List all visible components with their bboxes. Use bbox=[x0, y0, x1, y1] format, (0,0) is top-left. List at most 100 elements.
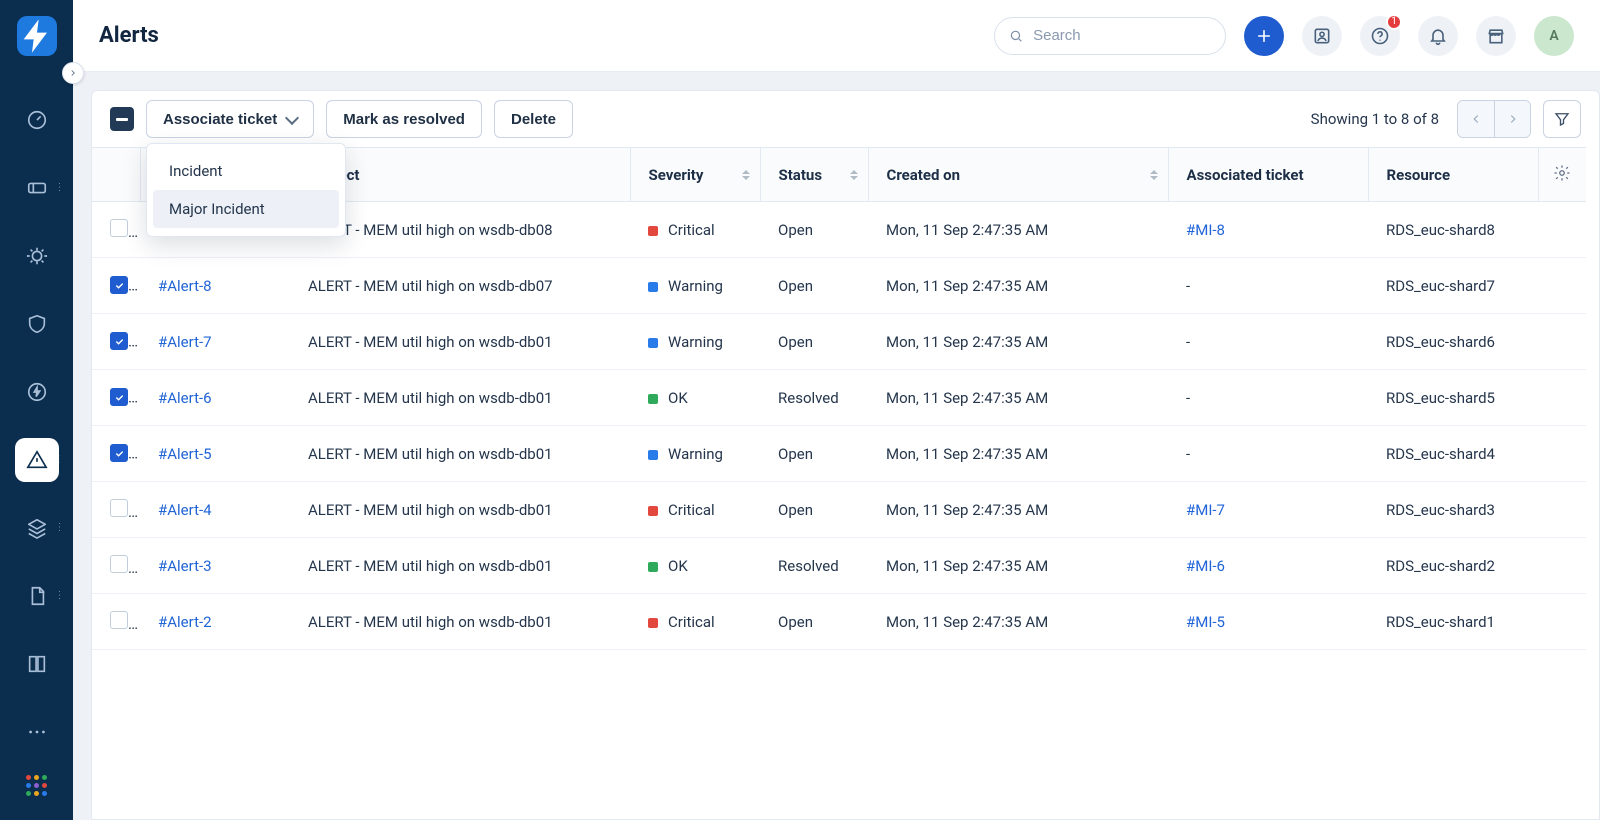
cell-severity: Warning bbox=[630, 426, 760, 482]
global-search[interactable] bbox=[994, 17, 1226, 55]
store-icon bbox=[1486, 26, 1506, 46]
mark-resolved-button[interactable]: Mark as resolved bbox=[326, 100, 482, 138]
alert-id-link[interactable]: #Alert-8 bbox=[158, 277, 212, 295]
alert-id-link[interactable]: #Alert-5 bbox=[158, 445, 212, 463]
cell-status: Open bbox=[760, 258, 868, 314]
gear-icon bbox=[1553, 164, 1571, 182]
associate-option[interactable]: Incident bbox=[153, 152, 339, 190]
search-icon bbox=[1009, 28, 1023, 44]
book-icon bbox=[26, 653, 48, 675]
assoc-ticket-link[interactable]: #MI-5 bbox=[1186, 613, 1225, 631]
assoc-ticket-link[interactable]: #MI-8 bbox=[1186, 221, 1225, 239]
row-checkbox[interactable] bbox=[110, 388, 128, 406]
nav-assets[interactable]: ⋮ bbox=[15, 506, 59, 550]
filter-button[interactable] bbox=[1543, 100, 1581, 138]
cell-assoc: - bbox=[1168, 314, 1368, 370]
profile-avatar[interactable]: A bbox=[1534, 16, 1574, 56]
cell-subject: ALERT - MEM util high on wsdb-db01 bbox=[290, 594, 630, 650]
nav-tickets[interactable]: ⋮ bbox=[15, 166, 59, 210]
ellipsis-icon bbox=[26, 721, 48, 743]
main-pane: Alerts 1 A bbox=[73, 0, 1600, 820]
row-checkbox[interactable] bbox=[110, 555, 128, 573]
alert-id-link[interactable]: #Alert-3 bbox=[158, 557, 212, 575]
bug-icon bbox=[26, 245, 48, 267]
app-logo[interactable] bbox=[17, 16, 57, 56]
alert-id-link[interactable]: #Alert-4 bbox=[158, 501, 212, 519]
app-switcher[interactable] bbox=[26, 775, 47, 796]
cell-subject: ALERT - MEM util high on wsdb-db01 bbox=[290, 538, 630, 594]
nav-more[interactable] bbox=[15, 710, 59, 754]
nav-dashboard[interactable] bbox=[15, 98, 59, 142]
cell-severity: Warning bbox=[630, 314, 760, 370]
nav-releases[interactable] bbox=[15, 370, 59, 414]
severity-dot-icon bbox=[648, 506, 658, 516]
alert-id-link[interactable]: #Alert-7 bbox=[158, 333, 212, 351]
cell-assoc: #MI-7 bbox=[1168, 482, 1368, 538]
nav-documents[interactable]: ⋮ bbox=[15, 574, 59, 618]
col-status[interactable]: Status bbox=[760, 148, 868, 202]
plus-icon bbox=[1254, 26, 1274, 46]
cell-created: Mon, 11 Sep 2:47:35 AM bbox=[868, 426, 1168, 482]
marketplace-button[interactable] bbox=[1476, 16, 1516, 56]
pager-prev[interactable] bbox=[1458, 101, 1494, 137]
alerts-card: Associate ticket Mark as resolved Delete… bbox=[91, 90, 1600, 820]
cell-severity: OK bbox=[630, 370, 760, 426]
search-input[interactable] bbox=[1033, 27, 1211, 44]
nav-problems[interactable] bbox=[15, 234, 59, 278]
cell-status: Open bbox=[760, 594, 868, 650]
row-checkbox[interactable] bbox=[110, 611, 128, 629]
cell-status: Open bbox=[760, 202, 868, 258]
cell-assoc: #MI-5 bbox=[1168, 594, 1368, 650]
cell-subject: ALERT - MEM util high on wsdb-db01 bbox=[290, 426, 630, 482]
nav-alerts[interactable]: ⋮ bbox=[15, 438, 59, 482]
row-checkbox[interactable] bbox=[110, 332, 128, 350]
severity-dot-icon bbox=[648, 282, 658, 292]
table-row: #Alert-4ALERT - MEM util high on wsdb-db… bbox=[92, 482, 1586, 538]
severity-dot-icon bbox=[648, 562, 658, 572]
row-checkbox[interactable] bbox=[110, 219, 128, 237]
bell-icon bbox=[1428, 26, 1448, 46]
table-row: #Alert-6ALERT - MEM util high on wsdb-db… bbox=[92, 370, 1586, 426]
delete-button[interactable]: Delete bbox=[494, 100, 573, 138]
page-title: Alerts bbox=[99, 23, 159, 48]
assoc-ticket-link[interactable]: #MI-7 bbox=[1186, 501, 1225, 519]
notifications-button[interactable] bbox=[1418, 16, 1458, 56]
bulk-toolbar: Associate ticket Mark as resolved Delete… bbox=[92, 91, 1599, 147]
chevron-down-icon bbox=[285, 110, 299, 124]
cell-resource: RDS_euc-shard5 bbox=[1368, 370, 1538, 426]
row-checkbox[interactable] bbox=[110, 276, 128, 294]
associate-option[interactable]: Major Incident bbox=[153, 190, 339, 228]
col-severity[interactable]: Severity bbox=[630, 148, 760, 202]
associate-ticket-dropdown: IncidentMajor Incident bbox=[146, 143, 346, 237]
col-created[interactable]: Created on bbox=[868, 148, 1168, 202]
alert-id-link[interactable]: #Alert-2 bbox=[158, 613, 212, 631]
assoc-ticket-link[interactable]: #MI-6 bbox=[1186, 557, 1225, 575]
cell-assoc: - bbox=[1168, 370, 1368, 426]
cell-resource: RDS_euc-shard3 bbox=[1368, 482, 1538, 538]
severity-dot-icon bbox=[648, 618, 658, 628]
contacts-button[interactable] bbox=[1302, 16, 1342, 56]
table-settings[interactable] bbox=[1538, 148, 1586, 202]
nav-knowledge[interactable] bbox=[15, 642, 59, 686]
col-assoc[interactable]: Associated ticket bbox=[1168, 148, 1368, 202]
alert-id-link[interactable]: #Alert-6 bbox=[158, 389, 212, 407]
severity-dot-icon bbox=[648, 226, 658, 236]
row-checkbox[interactable] bbox=[110, 499, 128, 517]
row-checkbox[interactable] bbox=[110, 444, 128, 462]
new-button[interactable] bbox=[1244, 16, 1284, 56]
select-all-checkbox[interactable] bbox=[110, 107, 134, 131]
left-sidebar: ⋮ ⋮ ⋮ ⋮ bbox=[0, 0, 73, 820]
associate-ticket-button[interactable]: Associate ticket bbox=[146, 100, 314, 138]
table-row: #Alert-2 ALERT - MEM util high on wsdb-db… bbox=[92, 594, 1586, 650]
nav-changes[interactable] bbox=[15, 302, 59, 346]
cell-resource: RDS_euc-shard2 bbox=[1368, 538, 1538, 594]
cell-status: Resolved bbox=[760, 538, 868, 594]
cell-status: Open bbox=[760, 426, 868, 482]
col-resource[interactable]: Resource bbox=[1368, 148, 1538, 202]
help-button[interactable]: 1 bbox=[1360, 16, 1400, 56]
sidebar-expand-toggle[interactable] bbox=[62, 62, 84, 84]
showing-count: Showing 1 to 8 of 8 bbox=[1311, 110, 1439, 128]
chevron-right-icon bbox=[68, 68, 78, 78]
cell-severity: Critical bbox=[630, 594, 760, 650]
pager-next[interactable] bbox=[1494, 101, 1530, 137]
